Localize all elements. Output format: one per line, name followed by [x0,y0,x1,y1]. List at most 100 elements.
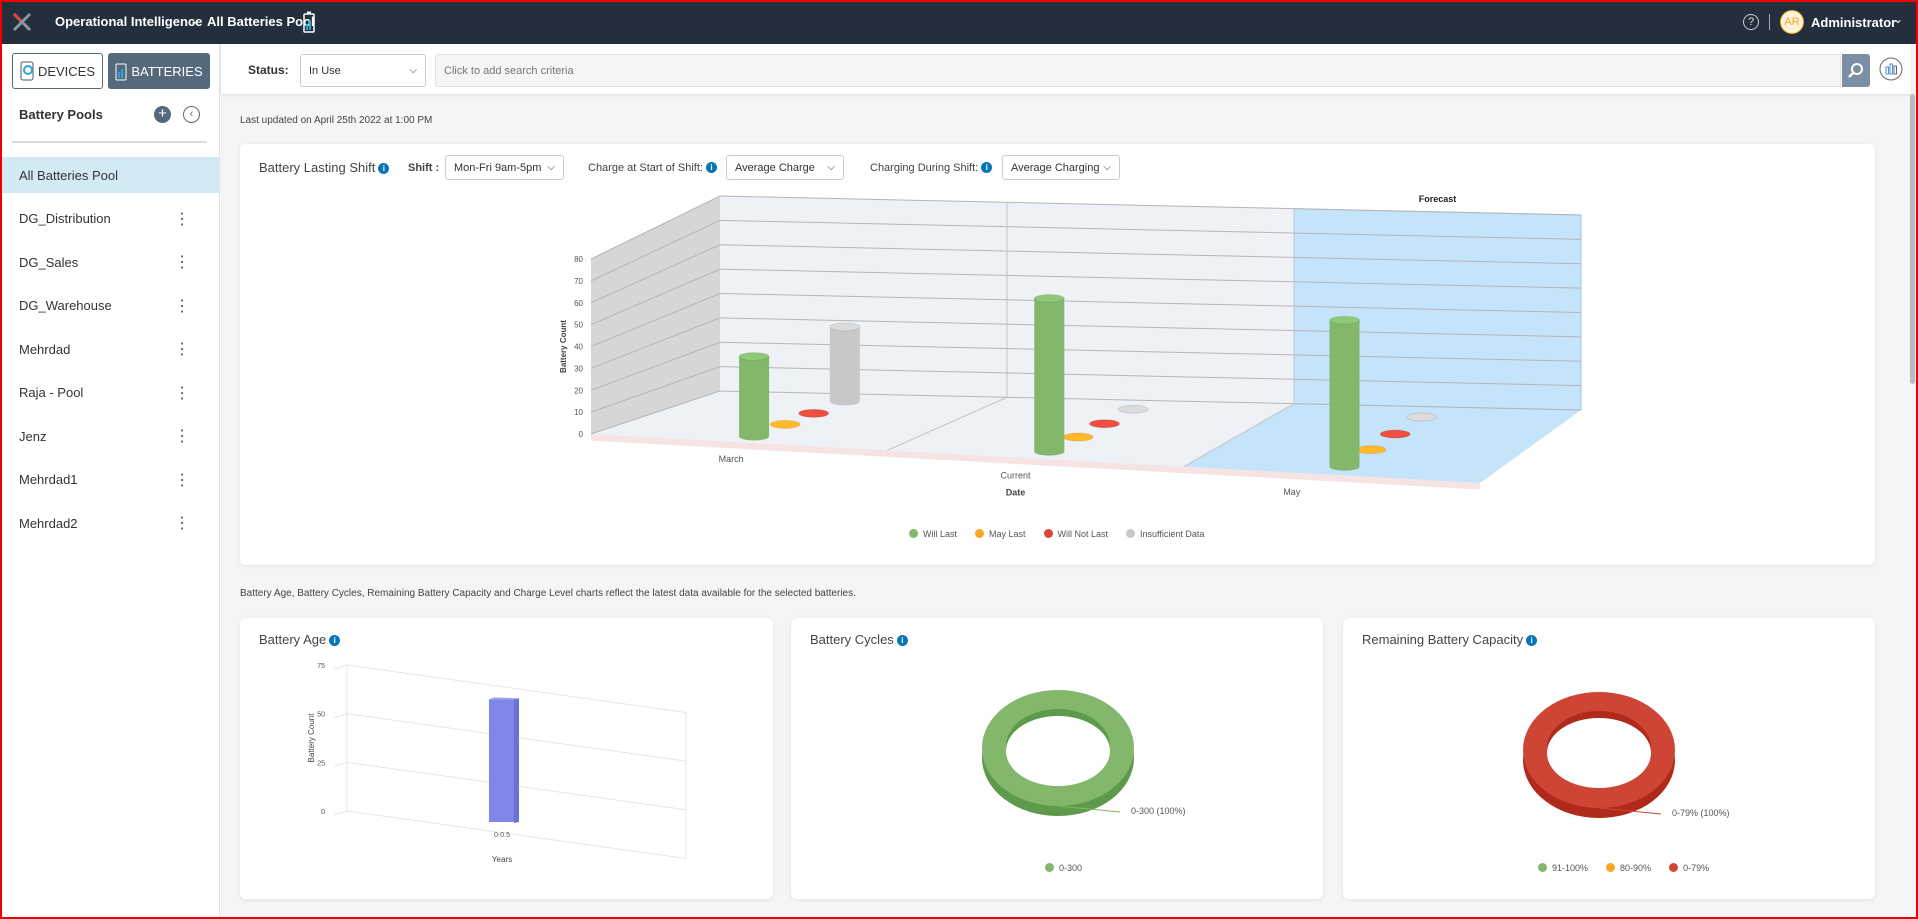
status-select[interactable]: In Use ⌵ [300,54,426,87]
sidebar-item-pool[interactable]: All Batteries Pool [0,157,220,193]
top-header: Operational Intelligence - All Batteries… [0,0,1918,44]
collapse-sidebar-icon[interactable]: ‹ [183,106,200,123]
bar-may-last [1062,432,1094,442]
sidebar-item-pool[interactable]: DG_Distribution ⋮ [0,201,220,237]
legend-label: 91-100% [1552,863,1589,873]
legend-marker [1045,863,1054,872]
device-icon [20,61,34,81]
sidebar-item-pool[interactable]: Mehrdad2 ⋮ [0,505,220,541]
legend-item[interactable]: 0-79% [1669,863,1709,873]
bar-top [489,697,519,700]
legend-item[interactable]: Will Last [909,529,957,539]
filter-bar: Status: In Use ⌵ [221,44,1911,94]
more-options-icon[interactable]: ⋮ [174,470,190,490]
y-axis-title: Battery Count [307,713,316,763]
pool-label: DG_Sales [19,254,79,270]
x-axis-title: Years [492,855,512,864]
x-axis-title: Date [1006,488,1026,498]
x-tick-label: 0-0.5 [494,832,510,839]
sidebar-item-pool[interactable]: Jenz ⋮ [0,418,220,454]
app-title: Operational Intelligence [55,14,203,29]
bar [489,699,514,822]
legend-item[interactable]: 0-300 [1045,863,1082,873]
chart-legend: 0-300 [1045,863,1082,873]
y-tick-label: 75 [317,663,325,670]
bar-will-last [738,352,770,441]
legend-marker [1669,863,1679,872]
more-options-icon[interactable]: ⋮ [174,209,190,229]
more-options-icon[interactable]: ⋮ [174,513,190,533]
legend-item[interactable]: Will Not Last [1043,529,1108,539]
y-tick-label: 0 [321,809,325,816]
add-pool-icon[interactable]: + [154,106,171,123]
devices-button[interactable]: DEVICES [12,53,103,89]
legend-marker [1126,529,1136,538]
chevron-down-icon[interactable]: ⌄ [1893,12,1903,26]
battery-pools-title: Battery Pools [19,107,103,122]
legend-item[interactable]: 80-90% [1606,863,1651,873]
more-options-icon[interactable]: ⋮ [174,252,190,272]
bar-side [514,698,519,823]
charts-note: Battery Age, Battery Cycles, Remaining B… [240,588,856,599]
legend-item[interactable]: 91-100% [1538,863,1588,873]
sidebar-item-pool[interactable]: DG_Sales ⋮ [0,244,220,280]
legend-marker [1606,863,1616,872]
bar-insufficient-data [1117,404,1149,414]
batteries-button[interactable]: BATTERIES [108,53,210,89]
sidebar-divider [12,141,207,143]
cylinder-top [1062,432,1094,442]
cylinder-top [1379,429,1411,439]
x-tick-label: May [1283,487,1301,497]
sidebar-item-pool[interactable]: Mehrdad1 ⋮ [0,462,220,498]
y-tick-label: 20 [574,386,583,395]
avatar[interactable]: AR [1780,10,1804,34]
sidebar-item-pool[interactable]: Mehrdad ⋮ [0,331,220,367]
title-separator: - [192,14,197,29]
battery-lasting-shift-chart: 0 10 20 30 40 50 60 70 80 Battery Count Forecast Ma… [559,194,1582,498]
user-menu[interactable]: Administrator [1811,15,1896,30]
legend-label: May Last [989,529,1026,539]
legend-label: Will Last [923,529,958,539]
x-tick-label: March [719,454,744,464]
y-tick-label: 70 [574,277,583,286]
pool-label: Mehrdad1 [19,472,78,487]
pool-label: Raja - Pool [19,385,84,400]
more-options-icon[interactable]: ⋮ [174,339,190,359]
data-label: 0-79% (100%) [1672,808,1730,818]
bar-will-last [1033,294,1065,456]
cylinder-top [1406,412,1438,422]
scrollbar[interactable] [1910,94,1915,384]
legend-label: 0-79% [1683,863,1710,873]
help-icon[interactable]: ? [1743,14,1759,30]
search-input[interactable] [435,54,1841,87]
legend-item[interactable]: Insufficient Data [1126,529,1204,539]
bar-may-last [769,419,801,429]
more-options-icon[interactable]: ⋮ [174,296,190,316]
battery-cycles-chart: 0-300 (100%) [982,690,1186,816]
sidebar-item-pool[interactable]: Raja - Pool ⋮ [0,375,220,411]
battery-cycles-card: Battery Cycles i 0-300 (100%) 0-300 [791,618,1323,899]
sidebar-item-pool[interactable]: DG_Warehouse ⋮ [0,288,220,324]
cylinder-body [1034,298,1065,452]
legend-marker [975,529,985,538]
status-value: In Use [309,64,341,77]
more-options-icon[interactable]: ⋮ [174,383,190,403]
forecast-annotation: Forecast [1419,194,1457,204]
cylinder-top [1117,404,1149,414]
y-tick-label: 50 [574,321,583,330]
cylinder-body [829,326,860,402]
bar-may-last [1355,445,1387,455]
cylinder-top [798,408,830,418]
chart-view-icon[interactable] [1879,57,1903,81]
pool-label: DG_Warehouse [19,298,112,313]
legend-item[interactable]: May Last [975,529,1026,539]
search-button[interactable] [1842,54,1870,87]
battery-icon [303,11,315,33]
cylinder-top [769,419,801,429]
app-logo-icon[interactable] [12,12,32,32]
search-icon [1848,63,1863,78]
chart-legend: Will Last May Last Will Not Last Insufficie… [909,529,1204,539]
batteries-label: BATTERIES [131,63,203,79]
legend-label: 80-90% [1620,863,1652,873]
more-options-icon[interactable]: ⋮ [174,426,190,446]
